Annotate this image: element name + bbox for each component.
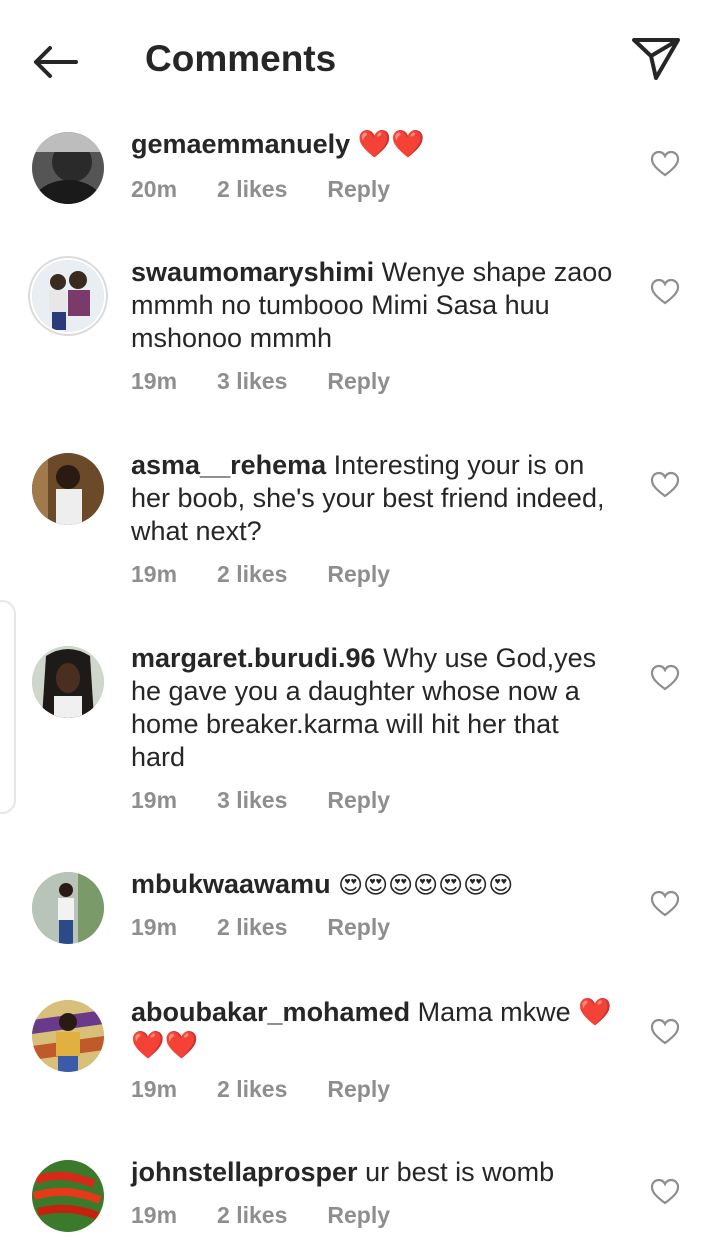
comment-body: asma__rehema Interesting your is on her … (131, 449, 616, 548)
comment-time: 19m (131, 561, 178, 587)
comment-time: 19m (131, 368, 178, 394)
comment-likes[interactable]: 2 likes (217, 914, 287, 941)
comment-username[interactable]: aboubakar_mohamed (131, 997, 410, 1027)
comment-username[interactable]: asma__rehema (131, 450, 326, 480)
comment-time: 19m (131, 787, 178, 813)
like-button[interactable] (650, 664, 680, 692)
like-button[interactable] (650, 150, 680, 178)
back-button[interactable] (30, 40, 82, 84)
comment-username[interactable]: margaret.burudi.96 (131, 643, 376, 673)
avatar[interactable] (32, 1000, 104, 1072)
heart-icon (650, 890, 680, 917)
comment-body: johnstellaprosper ur best is womb (131, 1156, 616, 1189)
heart-icon (650, 278, 680, 305)
comment-text: ❤️❤️ (357, 129, 425, 160)
comment-username[interactable]: swaumomaryshimi (131, 257, 374, 287)
like-button[interactable] (650, 1178, 680, 1206)
comment-time: 19m (131, 914, 178, 940)
comment-likes[interactable]: 2 likes (217, 176, 287, 203)
comment-likes[interactable]: 3 likes (217, 368, 287, 395)
comment-body: gemaemmanuely ❤️❤️ (131, 128, 616, 161)
comment-meta: 19m 2 likes Reply (131, 1202, 390, 1229)
comment-text: 😍😍😍😍😍😍😍 (338, 871, 514, 899)
reply-button[interactable]: Reply (327, 1202, 390, 1229)
avatar[interactable] (32, 132, 104, 204)
comment-username[interactable]: gemaemmanuely (131, 129, 350, 159)
arrow-left-icon (34, 46, 78, 78)
comment-body: margaret.burudi.96 Why use God,yes he ga… (131, 642, 616, 774)
heart-icon (650, 664, 680, 691)
comment-meta: 20m 2 likes Reply (131, 176, 390, 203)
comment-time: 20m (131, 176, 178, 202)
comment-likes[interactable]: 2 likes (217, 1202, 287, 1229)
heart-icon (650, 1018, 680, 1045)
comment-text: ur best is womb (365, 1157, 555, 1187)
comment-body: aboubakar_mohamed Mama mkwe ❤️❤️❤️ (131, 996, 616, 1062)
reply-button[interactable]: Reply (327, 914, 390, 941)
comment-username[interactable]: mbukwaawamu (131, 869, 331, 899)
like-button[interactable] (650, 1018, 680, 1046)
like-button[interactable] (650, 890, 680, 918)
reply-button[interactable]: Reply (327, 787, 390, 814)
comment-meta: 19m 2 likes Reply (131, 561, 390, 588)
reply-button[interactable]: Reply (327, 1076, 390, 1103)
avatar[interactable] (32, 1160, 104, 1232)
reply-button[interactable]: Reply (327, 368, 390, 395)
paper-plane-icon (632, 38, 680, 80)
comment-username[interactable]: johnstellaprosper (131, 1157, 358, 1187)
comment-likes[interactable]: 3 likes (217, 787, 287, 814)
heart-icon (650, 1178, 680, 1205)
heart-icon (650, 471, 680, 498)
comment-meta: 19m 2 likes Reply (131, 1076, 390, 1103)
comment-time: 19m (131, 1202, 178, 1228)
comment-time: 19m (131, 1076, 178, 1102)
comment-meta: 19m 3 likes Reply (131, 787, 390, 814)
page-title: Comments (145, 38, 337, 79)
avatar[interactable] (32, 872, 104, 944)
like-button[interactable] (650, 278, 680, 306)
share-button[interactable] (630, 34, 682, 82)
comment-likes[interactable]: 2 likes (217, 1076, 287, 1103)
comment-likes[interactable]: 2 likes (217, 561, 287, 588)
reply-button[interactable]: Reply (327, 561, 390, 588)
avatar[interactable] (32, 453, 104, 525)
like-button[interactable] (650, 471, 680, 499)
header: Comments (0, 0, 720, 120)
comment-body: swaumomaryshimi Wenye shape zaoo mmmh no… (131, 256, 616, 355)
comment-meta: 19m 2 likes Reply (131, 914, 390, 941)
comment-body: mbukwaawamu 😍😍😍😍😍😍😍 (131, 868, 616, 902)
heart-icon (650, 150, 680, 177)
avatar[interactable] (32, 646, 104, 718)
comment-meta: 19m 3 likes Reply (131, 368, 390, 395)
avatar[interactable] (32, 260, 104, 332)
reply-button[interactable]: Reply (327, 176, 390, 203)
side-drawer-handle[interactable] (0, 600, 16, 814)
